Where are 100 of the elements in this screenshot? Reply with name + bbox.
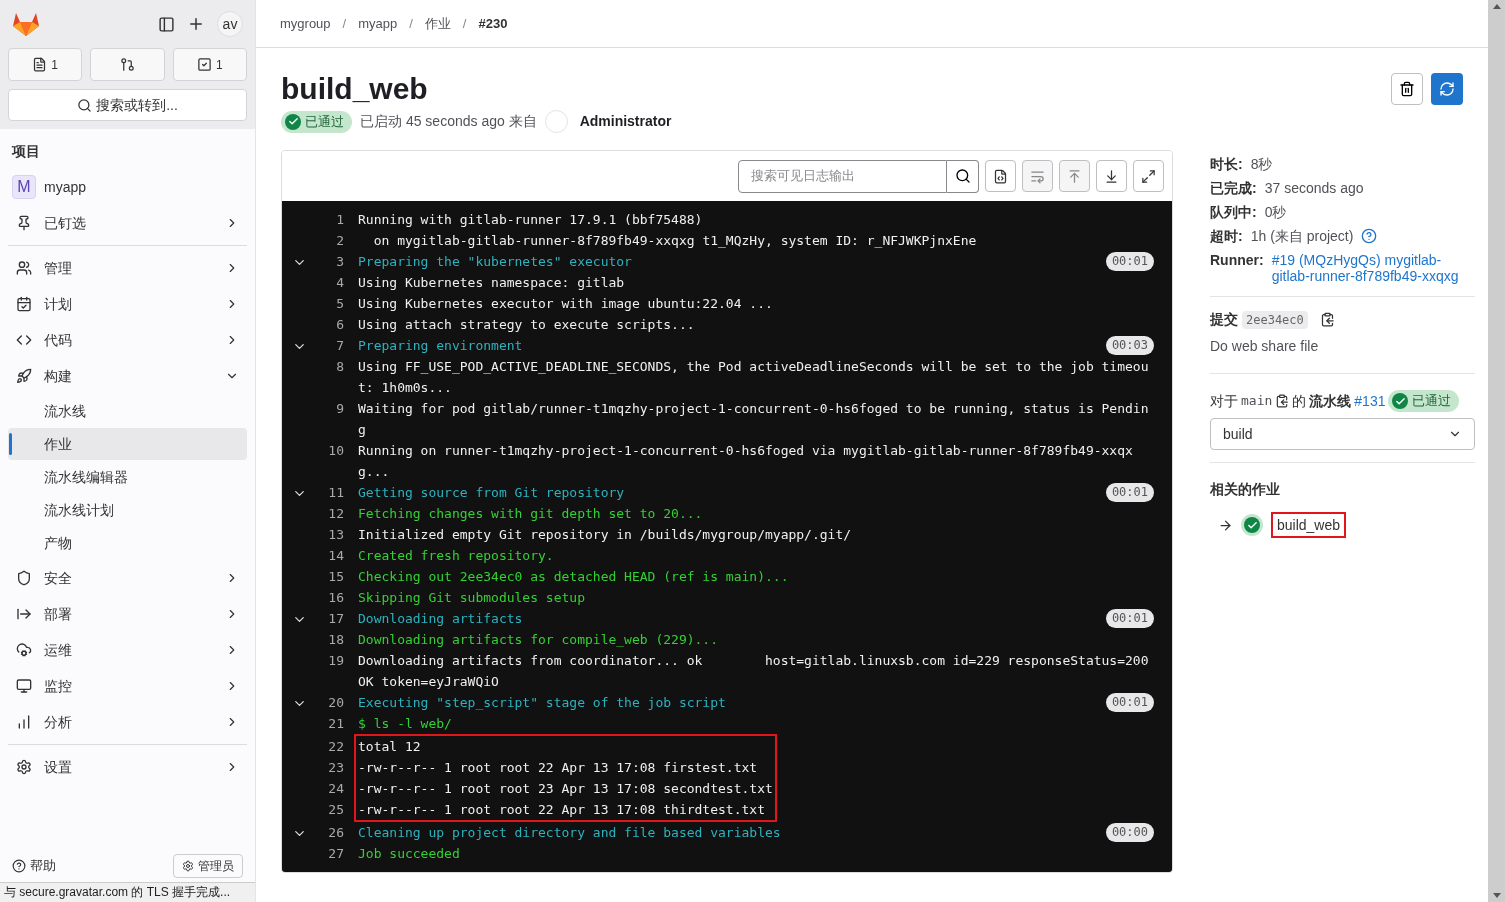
fox-logo-icon[interactable] [12, 11, 40, 37]
fullscreen-button[interactable] [1133, 160, 1164, 192]
breadcrumb-link[interactable]: mygroup [280, 13, 331, 34]
log-line: Fetching changes with git depth set to 20... [358, 505, 704, 523]
detail-label: 队列中: [1210, 204, 1257, 220]
nav-item[interactable]: 分析 [8, 704, 247, 740]
job-link[interactable]: build_web [1271, 512, 1347, 538]
log-line: -rw-r--r-- 1 root root 22 Apr 13 17:08 thirdtest.txt [358, 801, 766, 819]
line-number: 16 [327, 589, 344, 607]
breadcrumb-separator: / [461, 14, 468, 33]
nav-subitem[interactable]: 流水线计划 [8, 494, 247, 526]
log-line: Getting source from Git repository [358, 484, 626, 502]
line-number: 24 [327, 780, 344, 798]
counter-button[interactable] [90, 48, 165, 81]
search-button[interactable]: 搜索或转到... [8, 89, 247, 121]
search-button[interactable] [947, 159, 979, 193]
log-line: Skipping Git submodules setup [358, 589, 586, 607]
nav-icon [16, 260, 32, 276]
nav-subitem[interactable]: 作业 [8, 428, 247, 460]
nav-subitem[interactable]: 产物 [8, 527, 247, 559]
job-title: build_web [281, 72, 428, 106]
search-icon [954, 168, 971, 184]
log-line: Checking out 2ee34ec0 as detached HEAD (ref is main)... [358, 568, 790, 586]
line-number: 1 [335, 211, 344, 229]
nav-item[interactable]: 构建 [8, 358, 247, 394]
line-number: 6 [335, 316, 344, 334]
nav-item[interactable]: 运维 [8, 632, 247, 668]
detail-value: 8秒 [1250, 156, 1273, 172]
line-number: 12 [327, 505, 344, 523]
commit-message[interactable]: Do web share file [1210, 336, 1475, 357]
project-link[interactable]: M myapp [8, 169, 247, 205]
nav-icon [16, 368, 32, 384]
help-link[interactable]: 帮助 [12, 856, 56, 876]
runner-link[interactable]: #19 (MQzHygQs) mygitlab-gitlab-runner-8f789fb49-xxqxg [1271, 252, 1475, 284]
log-line: $ ls -l web/ [358, 715, 453, 733]
log-line: total 12 [358, 738, 422, 756]
nav-item[interactable]: 监控 [8, 668, 247, 704]
branch-ref[interactable]: main [1241, 391, 1273, 411]
raw-log-button[interactable] [985, 160, 1016, 192]
user-avatar[interactable]: av [217, 11, 243, 37]
log-line: Using FF_USE_POD_ACTIVE_DEADLINE_SECONDS, the Pod activeDeadlineSeconds will be set to the job timeout: 1h0m0s... [358, 358, 1150, 397]
help-icon[interactable] [1361, 228, 1378, 244]
duration-badge: 00:01 [1105, 252, 1154, 271]
nav-subitem[interactable]: 流水线编辑器 [8, 461, 247, 493]
copy-icon[interactable] [1319, 312, 1335, 327]
nav-item[interactable]: 代码 [8, 322, 247, 358]
pipeline-link[interactable]: #131 [1354, 390, 1386, 412]
pipeline-prefix: 对于 [1210, 391, 1238, 411]
line-number: 21 [327, 715, 344, 733]
nav-item[interactable]: 安全 [8, 560, 247, 596]
retry-button[interactable] [1431, 73, 1463, 105]
pipeline-label: 流水线 [1309, 391, 1352, 411]
log-line: Downloading artifacts [358, 610, 524, 628]
log-line: Executing "step_script" stage of the job script [358, 694, 727, 712]
scroll-up-icon[interactable] [1492, 4, 1501, 9]
log-line: -rw-r--r-- 1 root root 22 Apr 13 17:08 firstest.txt [358, 759, 759, 777]
line-number: 4 [335, 274, 344, 292]
plus-icon[interactable] [187, 15, 205, 33]
user-link[interactable]: Administrator [579, 111, 672, 132]
stage-dropdown[interactable]: build [1210, 418, 1475, 450]
check-icon [1392, 393, 1409, 409]
scroll-bottom-button[interactable] [1096, 160, 1127, 192]
nav-icon [16, 642, 32, 658]
nav-item[interactable]: 计划 [8, 286, 247, 322]
log-line: Running with gitlab-runner 17.9.1 (bbf75488) [358, 211, 704, 229]
commit-sha[interactable]: 2ee34ec0 [1242, 310, 1308, 329]
scroll-down-icon[interactable] [1492, 893, 1501, 898]
status-badge: 已通过 [1388, 390, 1460, 412]
counter-button[interactable]: 1 [172, 48, 247, 81]
admin-button[interactable]: 管理员 [173, 854, 243, 878]
log-line: Downloading artifacts from coordinator... ok host=gitlab.linuxsb.com id=229 responseStatus=200 OK token=eyJraWQiO [358, 652, 1150, 691]
nav-item[interactable]: 设置 [8, 749, 247, 785]
line-number: 25 [327, 801, 344, 819]
trash-icon [1399, 81, 1415, 97]
breadcrumb-link[interactable]: 作业 [424, 13, 451, 34]
search-icon [77, 97, 93, 113]
counter-button[interactable]: 1 [8, 48, 83, 81]
breadcrumb-link[interactable]: myapp [358, 13, 398, 34]
nav-item[interactable]: 部署 [8, 596, 247, 632]
copy-icon[interactable] [1275, 394, 1290, 408]
log-line: -rw-r--r-- 1 root root 23 Apr 13 17:08 secondtest.txt [358, 780, 773, 798]
line-number: 17 [327, 610, 344, 628]
sidebar-toggle-icon[interactable] [158, 15, 175, 33]
line-number: 27 [327, 845, 344, 863]
line-number: 22 [327, 738, 344, 756]
file-icon [993, 168, 1008, 184]
status-bar: 与 secure.gravatar.com 的 TLS 握手完成... [0, 882, 255, 902]
log-line: Cleaning up project directory and file based variables [358, 824, 782, 842]
line-number: 9 [335, 400, 344, 418]
nav-icon [16, 714, 32, 730]
nav-item[interactable]: 已钉选 [8, 205, 247, 241]
log-search-field[interactable]: 搜索可见日志输出 [738, 159, 947, 193]
breadcrumb-link[interactable]: #230 [478, 13, 508, 34]
nav-item[interactable]: 管理 [8, 250, 247, 286]
help-icon [12, 859, 26, 873]
log-line: Preparing environment [358, 337, 524, 355]
line-number: 2 [335, 232, 344, 250]
nav-subitem[interactable]: 流水线 [8, 395, 247, 427]
delete-button[interactable] [1391, 73, 1423, 105]
line-number: 11 [327, 484, 344, 502]
